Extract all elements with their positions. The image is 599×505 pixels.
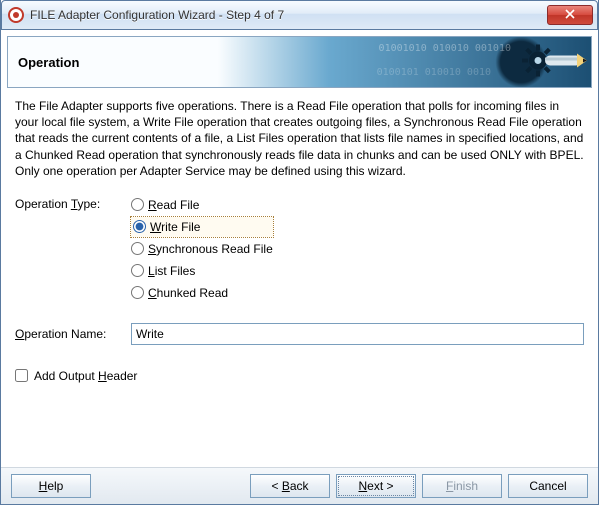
radio-write-file[interactable]: Write File [131,217,273,237]
radio-input[interactable] [131,264,144,277]
radio-label[interactable]: Synchronous Read File [148,242,273,256]
help-button[interactable]: Help [11,474,91,498]
content-area: The File Adapter supports five operation… [1,88,598,467]
radio-label[interactable]: Write File [150,220,200,234]
wizard-window: FILE Adapter Configuration Wizard - Step… [0,0,599,505]
finish-button: Finish [422,474,502,498]
operation-type-group: Read File Write File Synchronous Read File… [131,195,273,305]
description-text: The File Adapter supports five operation… [15,98,584,179]
radio-input[interactable] [131,286,144,299]
radio-label[interactable]: Read File [148,198,199,212]
cancel-button[interactable]: Cancel [508,474,588,498]
radio-input[interactable] [131,242,144,255]
app-icon [8,7,24,23]
operation-name-label: Operation Name: [15,327,131,341]
add-output-header-label[interactable]: Add Output Header [34,369,137,383]
radio-list-files[interactable]: List Files [131,261,273,281]
titlebar: FILE Adapter Configuration Wizard - Step… [1,0,598,30]
radio-input[interactable] [133,220,146,233]
operation-name-input[interactable] [131,323,584,345]
operation-type-label: Operation Type: [15,195,131,211]
operation-type-row: Operation Type: Read File Write File Synch… [15,195,584,305]
button-bar: Help < Back Next > Finish Cancel [1,467,598,504]
next-button[interactable]: Next > [336,474,416,498]
radio-chunked-read[interactable]: Chunked Read [131,283,273,303]
radio-read-file[interactable]: Read File [131,195,273,215]
operation-name-row: Operation Name: [15,323,584,345]
page-title: Operation [8,55,79,70]
wizard-header: Operation 01001010 010010 001010 0100101… [7,36,592,88]
add-output-header-checkbox[interactable] [15,369,28,382]
radio-input[interactable] [131,198,144,211]
radio-label[interactable]: Chunked Read [148,286,228,300]
window-title: FILE Adapter Configuration Wizard - Step… [30,8,547,22]
radio-label[interactable]: List Files [148,264,195,278]
radio-synchronous-read-file[interactable]: Synchronous Read File [131,239,273,259]
close-icon [565,8,575,22]
back-button[interactable]: < Back [250,474,330,498]
adapter-icon [545,51,587,74]
decorative-binary: 01001010 010010 001010 [379,43,511,54]
close-button[interactable] [547,5,593,25]
decorative-binary: 0100101 010010 0010 [377,67,491,78]
add-output-header-row: Add Output Header [15,369,584,383]
